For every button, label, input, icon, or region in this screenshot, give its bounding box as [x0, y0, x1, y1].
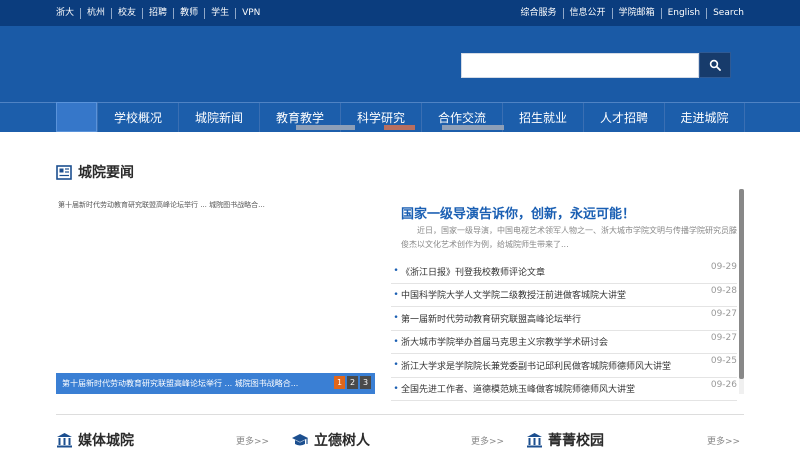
list-item[interactable]: • 第一届新时代劳动教育研究联盟高峰论坛举行 09-27 — [391, 307, 737, 331]
news-item-title: 《浙江日报》刊登我校教师评论文章 — [401, 267, 546, 278]
media-section-title: 媒体城院 — [78, 433, 134, 449]
nav-item-jobs[interactable]: 人才招聘 — [583, 103, 664, 132]
search-button[interactable] — [699, 52, 731, 78]
top-link-search[interactable]: Search — [706, 7, 744, 19]
nav-item-about[interactable]: 学校概况 — [97, 103, 178, 132]
news-scrollbar[interactable] — [739, 189, 744, 394]
top-link-vpn[interactable]: VPN — [235, 7, 266, 19]
top-link-student[interactable]: 学生 — [204, 7, 235, 19]
nav-indicator-active — [384, 125, 415, 130]
bullet-icon: • — [393, 266, 399, 277]
news-item-date: 09-28 — [710, 285, 737, 296]
bullet-icon: • — [393, 289, 399, 300]
news-list: • 《浙江日报》刊登我校教师评论文章 09-29 • 中国科学院大学人文学院二级… — [391, 260, 737, 401]
nav-item-news[interactable]: 城院新闻 — [178, 103, 259, 132]
education-more-link[interactable]: 更多>> — [471, 434, 504, 447]
section-divider — [56, 414, 744, 415]
bullet-icon: • — [393, 360, 399, 371]
scrollbar-thumb[interactable] — [739, 189, 744, 379]
newspaper-icon — [56, 164, 72, 180]
education-section-title: 立德树人 — [314, 433, 370, 449]
list-item[interactable]: • 《浙江日报》刊登我校教师评论文章 09-29 — [391, 260, 737, 284]
search-input[interactable] — [461, 53, 699, 78]
top-link-services[interactable]: 综合服务 — [521, 8, 563, 19]
news-item-date: 09-27 — [710, 309, 737, 319]
nav-indicator — [473, 125, 504, 130]
bullet-icon: • — [393, 383, 399, 394]
news-item-date: 09-26 — [710, 379, 737, 390]
slider-page-2[interactable]: 2 — [347, 376, 358, 389]
top-link-zju[interactable]: 浙大 — [56, 8, 80, 19]
list-item[interactable]: • 全国先进工作者、道德模范姚玉峰做客城院师德师风大讲堂 09-26 — [391, 378, 737, 401]
featured-news-title[interactable]: 国家一级导演告诉你，创新，永远可能！ — [401, 203, 635, 222]
nav-indicator — [324, 125, 355, 130]
building-icon — [57, 433, 72, 448]
education-section-header: 立德树人 — [291, 430, 370, 450]
news-item-title: 中国科学院大学人文学院二级教授汪前进做客城院大讲堂 — [401, 291, 627, 302]
top-link-recruit[interactable]: 招聘 — [142, 7, 173, 19]
top-links-right: 综合服务 信息公开 学院邮箱 English Search — [521, 0, 744, 26]
nav-item-visit[interactable]: 走进城院 — [664, 103, 745, 132]
nav-item-admission[interactable]: 招生就业 — [502, 103, 583, 132]
list-item[interactable]: • 浙大城市学院举办首届马克思主义宗教学学术研讨会 09-27 — [391, 331, 737, 354]
bullet-icon: • — [393, 313, 399, 324]
top-link-english[interactable]: English — [660, 7, 707, 19]
featured-news-summary: 近日，国家一级导演，中国电视艺术领军人物之一、浙大城市学院文明与传播学院研究员滕… — [401, 226, 737, 249]
slider-pagination: 1 2 3 — [334, 376, 371, 389]
top-bar: 浙大 杭州 校友 招聘 教师 学生 VPN 综合服务 信息公开 学院邮箱 Eng… — [0, 0, 800, 26]
media-section-header: 媒体城院 — [56, 430, 134, 450]
nav-indicator — [442, 125, 473, 130]
news-item-date: 09-29 — [710, 262, 737, 272]
slider-page-3[interactable]: 3 — [360, 376, 371, 389]
campus-section-header: 菁菁校园 — [526, 430, 604, 450]
top-links-left: 浙大 杭州 校友 招聘 教师 学生 VPN — [56, 0, 266, 26]
top-link-teacher[interactable]: 教师 — [173, 7, 204, 19]
search-icon — [709, 59, 721, 71]
graduation-cap-icon — [292, 434, 308, 446]
news-item-title: 全国先进工作者、道德模范姚玉峰做客城院师德师风大讲堂 — [401, 385, 636, 396]
top-link-alumni[interactable]: 校友 — [111, 7, 142, 19]
news-item-title: 第一届新时代劳动教育研究联盟高峰论坛举行 — [401, 314, 582, 325]
slide-caption: 第十届新时代劳动教育研究联盟高峰论坛举行 ... 城院图书战略合... — [58, 201, 265, 209]
slide-caption-bottom: 第十届新时代劳动教育研究联盟高峰论坛举行 ... 城院图书战略合... — [62, 379, 299, 388]
building-icon — [527, 433, 542, 448]
news-section-title: 城院要闻 — [78, 165, 134, 181]
slider-page-1[interactable]: 1 — [334, 376, 345, 389]
list-item[interactable]: • 浙江大学求是学院院长兼党委副书记邱利民做客城院师德师风大讲堂 09-25 — [391, 354, 737, 378]
news-slider[interactable]: 第十届新时代劳动教育研究联盟高峰论坛举行 ... 城院图书战略合... 第十届新… — [56, 194, 375, 394]
slide-caption-bar: 第十届新时代劳动教育研究联盟高峰论坛举行 ... 城院图书战略合... — [56, 373, 375, 394]
media-more-link[interactable]: 更多>> — [236, 434, 269, 447]
top-link-hangzhou[interactable]: 杭州 — [80, 7, 111, 19]
news-item-date: 09-25 — [710, 356, 737, 366]
news-section-header: 城院要闻 — [56, 162, 134, 182]
news-item-title: 浙大城市学院举办首届马克思主义宗教学学术研讨会 — [401, 338, 609, 349]
news-item-date: 09-27 — [710, 332, 737, 343]
top-link-mail[interactable]: 学院邮箱 — [611, 7, 661, 19]
campus-more-link[interactable]: 更多>> — [707, 434, 740, 447]
header-banner — [0, 26, 800, 102]
campus-section-title: 菁菁校园 — [548, 433, 604, 449]
bullet-icon: • — [393, 336, 399, 347]
top-link-info-public[interactable]: 信息公开 — [562, 7, 612, 19]
news-item-title: 浙江大学求是学院院长兼党委副书记邱利民做客城院师德师风大讲堂 — [401, 361, 672, 372]
nav-home-button[interactable] — [56, 102, 97, 132]
nav-indicator — [296, 125, 327, 130]
list-item[interactable]: • 中国科学院大学人文学院二级教授汪前进做客城院大讲堂 09-28 — [391, 284, 737, 307]
